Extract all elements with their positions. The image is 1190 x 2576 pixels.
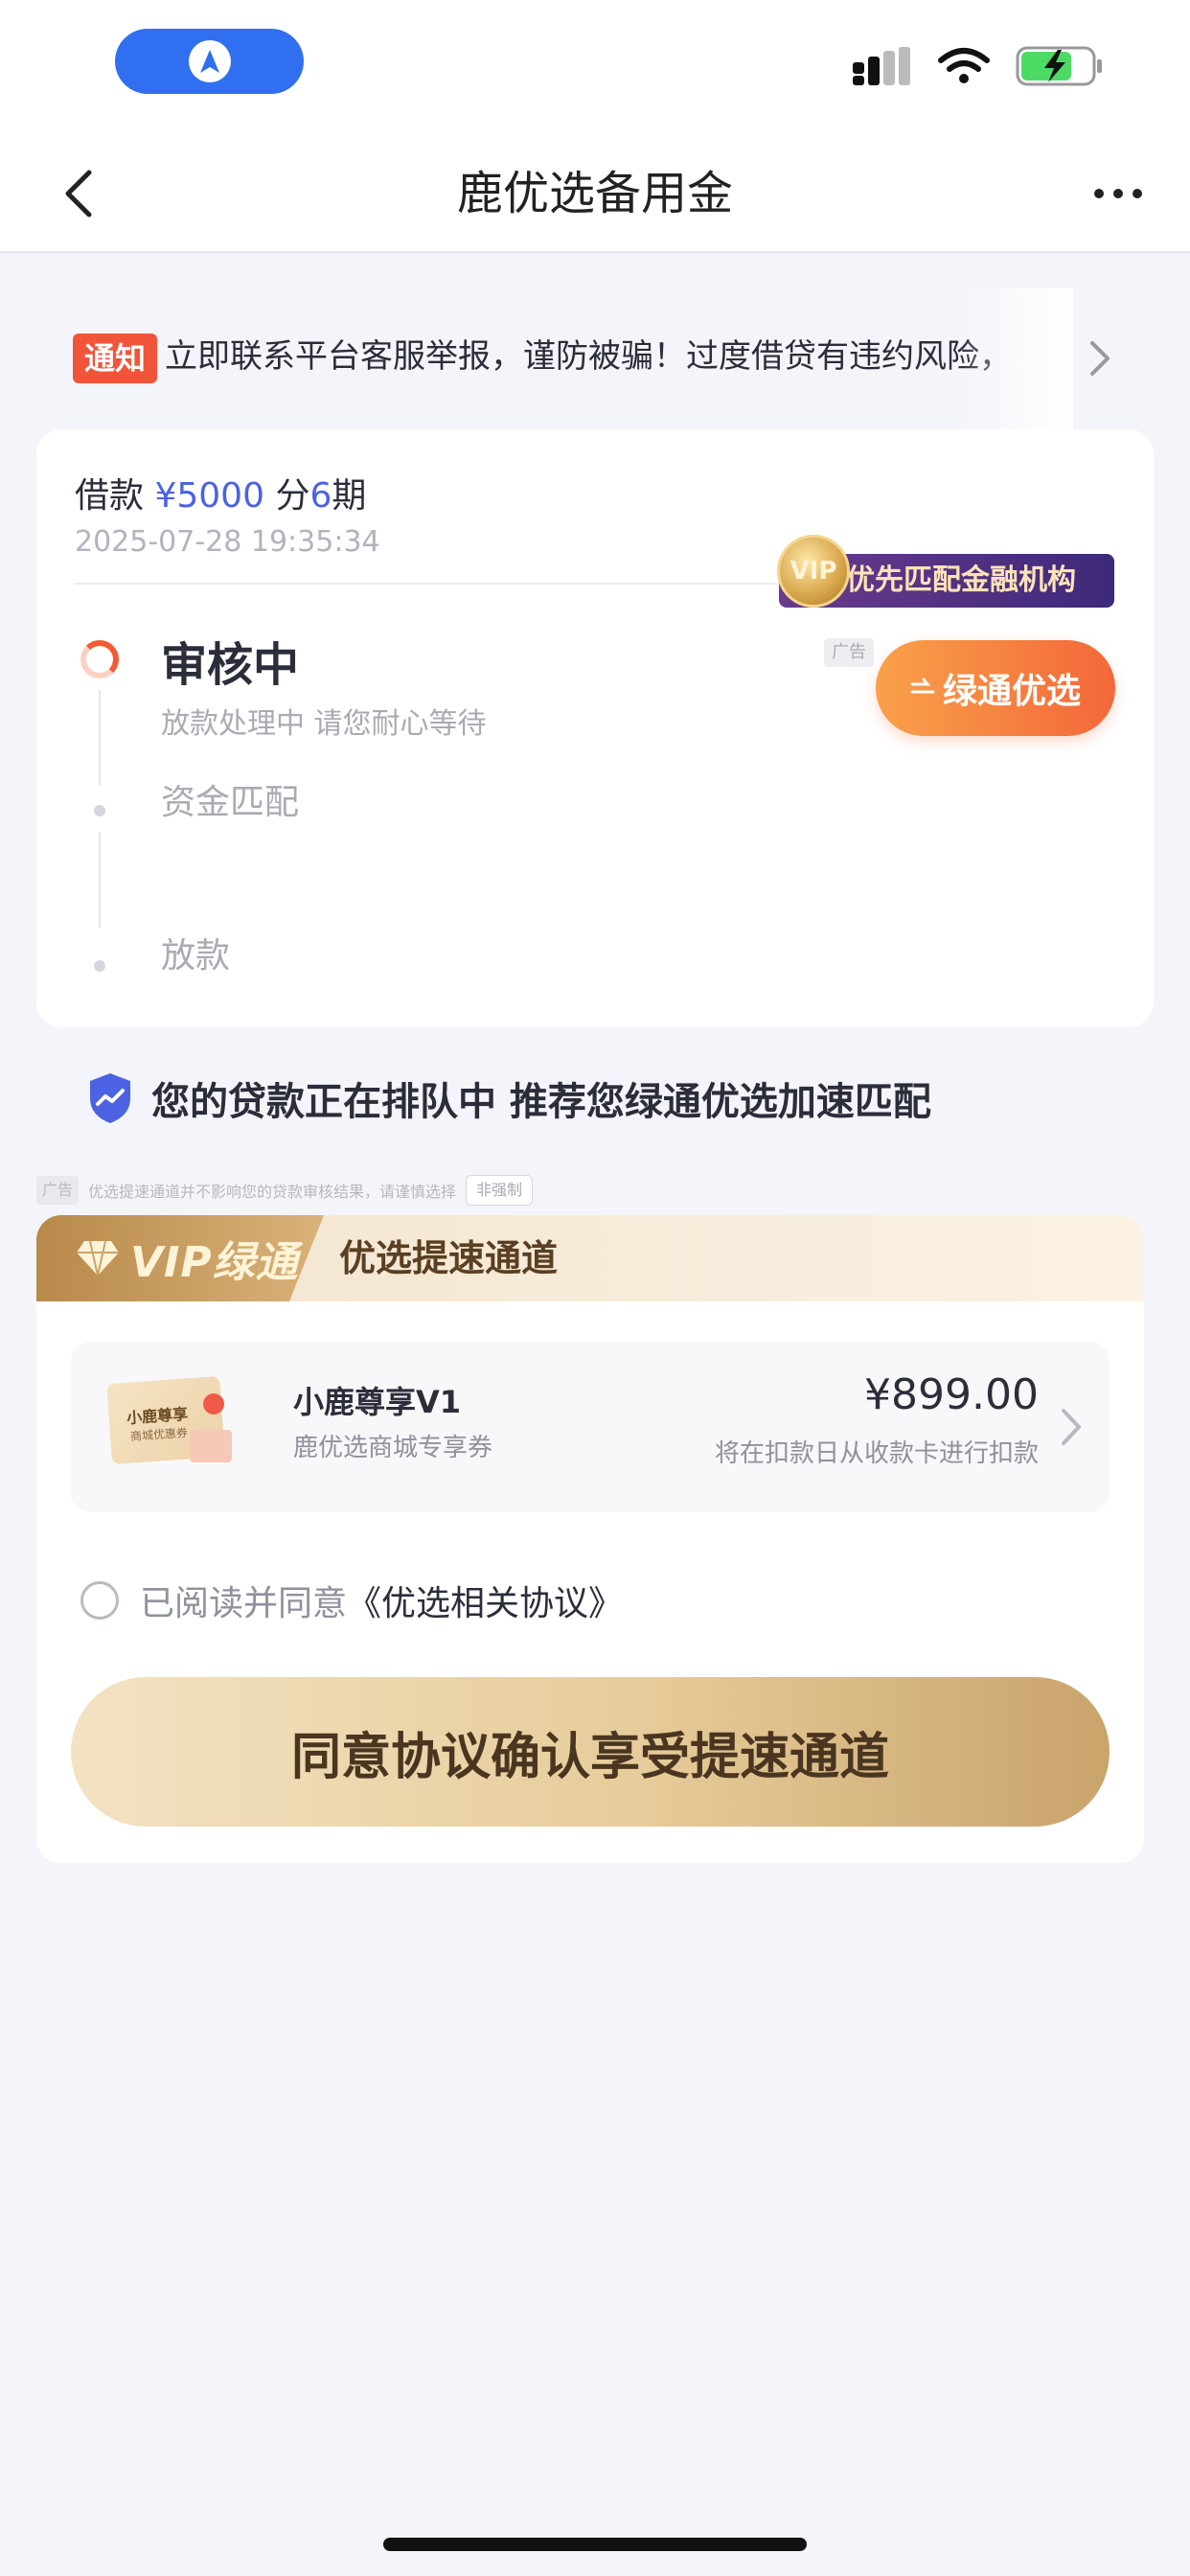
header: 鹿优选备用金 bbox=[0, 134, 1190, 253]
ad-label: 广告 bbox=[824, 638, 874, 667]
confirm-button[interactable]: 同意协议确认享受提速通道 bbox=[71, 1677, 1110, 1827]
loan-amount-value: ¥5000 bbox=[154, 476, 264, 516]
diamond-icon bbox=[77, 1240, 119, 1276]
agreement-row[interactable]: 已阅读并同意《优选相关协议》 bbox=[80, 1576, 623, 1625]
navigation-arrow-icon bbox=[188, 40, 231, 82]
product-price: ¥899.00 bbox=[864, 1370, 1039, 1419]
chevron-right-icon bbox=[1062, 1409, 1081, 1445]
status-icons bbox=[851, 46, 1104, 86]
loading-spinner-icon bbox=[80, 640, 119, 678]
progress-line bbox=[99, 690, 101, 786]
gift-icon bbox=[190, 1430, 232, 1462]
agreement-text: 已阅读并同意 bbox=[140, 1584, 348, 1623]
status-bar bbox=[0, 0, 1190, 134]
vip-channel-title: 优选提速通道 bbox=[339, 1237, 559, 1279]
shield-icon bbox=[90, 1073, 130, 1123]
vip-label-block: VIP绿通 bbox=[36, 1215, 324, 1301]
step-title-matching: 资金匹配 bbox=[161, 783, 300, 822]
loan-amount: 借款 ¥5000 分6期 bbox=[75, 468, 366, 518]
ad-label: 广告 bbox=[36, 1176, 79, 1205]
disclaimer-text: 优选提速通道并不影响您的贷款审核结果，请谨慎选择 bbox=[88, 1183, 457, 1201]
queue-text: 您的贷款正在排队中 推荐您绿通优选加速匹配 bbox=[151, 1080, 931, 1124]
progress-line bbox=[99, 832, 101, 928]
period-count: 6 bbox=[309, 476, 332, 516]
optional-tag: 非强制 bbox=[466, 1175, 534, 1206]
green-channel-label: 绿通优选 bbox=[942, 672, 1081, 711]
period-suffix: 期 bbox=[332, 476, 367, 516]
loan-prefix: 借款 bbox=[75, 476, 145, 516]
disclaimer: 广告 优选提速通道并不影响您的贷款审核结果，请谨慎选择 非强制 bbox=[36, 1173, 534, 1208]
cellular-signal-icon bbox=[853, 47, 910, 85]
loan-card: 借款 ¥5000 分6期 2025-07-28 19:35:34 优先匹配金融机… bbox=[36, 429, 1154, 1027]
page-title: 鹿优选备用金 bbox=[456, 167, 733, 220]
agreement-checkbox[interactable] bbox=[80, 1581, 119, 1620]
step-title-disbursement: 放款 bbox=[161, 936, 231, 976]
period-prefix: 分 bbox=[275, 476, 310, 516]
product-item[interactable]: 小鹿尊享 商城优惠券 小鹿尊享V1 鹿优选商城专享券 ¥899.00 将在扣款日… bbox=[71, 1342, 1110, 1512]
vip-label: VIP绿通 bbox=[130, 1238, 299, 1287]
notice-text: 立即联系平台客服举报，谨防被骗！过度借贷有违约风险， bbox=[165, 337, 1012, 376]
loan-datetime: 2025-07-28 19:35:34 bbox=[75, 525, 380, 559]
vip-banner: VIP绿通 优选提速通道 bbox=[36, 1215, 1144, 1301]
agreement-link[interactable]: 《优选相关协议》 bbox=[347, 1584, 623, 1623]
chevron-right-icon bbox=[1090, 341, 1110, 376]
step-title-review: 审核中 bbox=[161, 638, 300, 692]
home-indicator bbox=[383, 2538, 807, 2551]
step-dot bbox=[94, 805, 105, 816]
green-channel-button[interactable]: 绿通优选 bbox=[876, 640, 1115, 736]
notice-tag: 通知 bbox=[73, 334, 157, 383]
priority-badge: 优先匹配金融机构 VIP bbox=[741, 535, 1124, 611]
vip-coin-icon: VIP bbox=[777, 535, 850, 608]
step-dot bbox=[94, 960, 105, 972]
product-description: 鹿优选商城专享券 bbox=[293, 1434, 493, 1462]
wifi-icon bbox=[938, 48, 990, 83]
queue-message: 您的贷款正在排队中 推荐您绿通优选加速匹配 bbox=[86, 1070, 931, 1127]
product-name: 小鹿尊享V1 bbox=[293, 1384, 462, 1420]
notice-fade bbox=[958, 288, 1073, 429]
coupon-badge-icon bbox=[203, 1393, 224, 1414]
more-button[interactable] bbox=[1085, 163, 1152, 224]
coupon-image: 小鹿尊享 商城优惠券 bbox=[106, 1370, 232, 1470]
step-subtitle: 放款处理中 请您耐心等待 bbox=[161, 707, 487, 741]
fast-forward-icon bbox=[910, 678, 935, 694]
navigation-indicator[interactable] bbox=[115, 29, 304, 94]
battery-charging-icon bbox=[1016, 46, 1102, 86]
vip-card: VIP绿通 优选提速通道 小鹿尊享 商城优惠券 小鹿尊享V1 鹿优选商城专享券 … bbox=[36, 1215, 1144, 1863]
product-note: 将在扣款日从收款卡进行扣款 bbox=[714, 1439, 1039, 1468]
more-dots-icon bbox=[1094, 189, 1142, 198]
